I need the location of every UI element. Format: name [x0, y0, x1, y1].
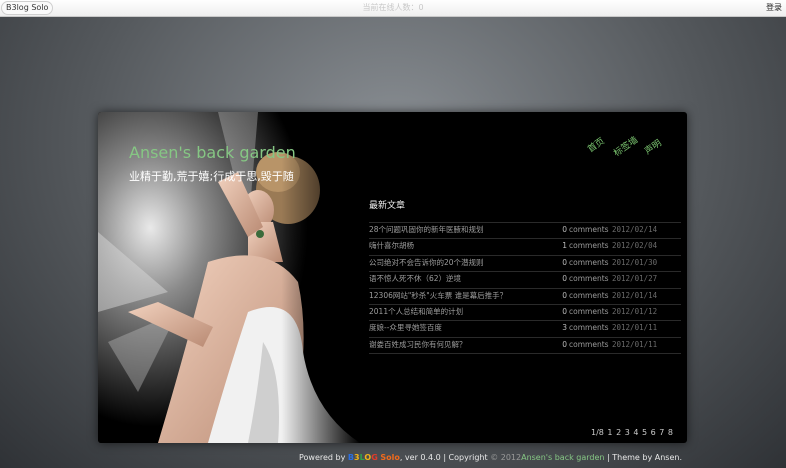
site-subtitle: 业精于勤,荒于嬉;行成于思,毁于随 — [129, 170, 294, 183]
article-date: 2012/01/11 — [612, 323, 658, 333]
article-title-link[interactable]: 语不惊人死不休（62）逆境 — [369, 272, 461, 286]
page-link-7[interactable]: 7 — [659, 428, 664, 437]
comment-count: 0 — [562, 274, 567, 284]
page-link-4[interactable]: 4 — [633, 428, 638, 437]
page-link-8[interactable]: 8 — [668, 428, 673, 437]
blog-panel: Ansen's back garden 业精于勤,荒于嬉;行成于思,毁于随 首页… — [98, 112, 687, 443]
article-date: 2012/02/04 — [612, 241, 658, 251]
article-date: 2012/01/11 — [612, 339, 658, 349]
article-date: 2012/01/27 — [612, 274, 658, 284]
nav-tags[interactable]: 标签墙 — [611, 133, 640, 159]
comments-label[interactable]: comments — [569, 289, 609, 303]
copyright-label: | Copyright — [443, 453, 488, 462]
comments-label[interactable]: comments — [569, 256, 609, 270]
comment-count: 3 — [562, 323, 567, 333]
article-title-link[interactable]: 嗨什喜尔胡杨 — [369, 239, 414, 253]
b3log-logo[interactable]: B3LOG — [348, 453, 378, 462]
online-count: 当前在线人数：0 — [362, 3, 424, 12]
recent-articles-heading: 最新文章 — [369, 201, 406, 211]
footer-site-link[interactable]: Ansen's back garden — [521, 453, 604, 462]
comments-label[interactable]: comments — [569, 338, 609, 352]
article-date: 2012/02/14 — [612, 225, 658, 234]
article-date: 2012/01/30 — [612, 257, 658, 267]
comments-label[interactable]: comments — [569, 239, 609, 253]
list-item: 谢娄百姓成习民你有何见解？ 0 comments 2012/01/11 — [369, 338, 681, 355]
page-link-6[interactable]: 6 — [651, 428, 656, 437]
list-item: 28个问题巩固你的新年医腋和规划 0 comments 2012/02/14 — [369, 222, 681, 240]
pagination: 1/8 1 2 3 4 5 6 7 8 — [590, 428, 673, 437]
page-link-2[interactable]: 2 — [616, 428, 621, 437]
page-link-3[interactable]: 3 — [625, 428, 630, 437]
comment-count: 0 — [562, 225, 567, 234]
nav-home[interactable]: 首页 — [585, 134, 606, 155]
theme-credit: | Theme by Ansen. — [607, 453, 682, 462]
comments-label[interactable]: comments — [569, 321, 609, 335]
list-item: 12306网站"秒杀"火车票 谁是幕后推手？ 0 comments 2012/0… — [369, 289, 681, 305]
copyright-year: © 2012 — [490, 453, 522, 462]
recent-articles-list: 28个问题巩固你的新年医腋和规划 0 comments 2012/02/14 嗨… — [369, 222, 681, 355]
article-title-link[interactable]: 12306网站"秒杀"火车票 谁是幕后推手？ — [369, 289, 507, 303]
comment-count: 0 — [562, 306, 567, 316]
list-item: 语不惊人死不休（62）逆境 0 comments 2012/01/27 — [369, 272, 681, 289]
list-item: 嗨什喜尔胡杨 1 comments 2012/02/04 — [369, 239, 681, 256]
comment-count: 0 — [562, 290, 567, 300]
comments-label[interactable]: comments — [569, 272, 609, 286]
login-link[interactable]: 登录 — [766, 2, 782, 14]
top-toolbar: B3log Solo 当前在线人数：0 登录 — [0, 0, 786, 17]
list-item: 公司绝对不会告诉你的20个潜规则 0 comments 2012/01/30 — [369, 256, 681, 273]
footer: Powered by B3LOG Solo, ver 0.4.0 | Copyr… — [299, 453, 682, 462]
article-title-link[interactable]: 2011个人总结和简单的计划 — [369, 305, 463, 319]
list-item: 度娘--众里寻她签百度 3 comments 2012/01/11 — [369, 321, 681, 338]
list-item: 2011个人总结和简单的计划 0 comments 2012/01/12 — [369, 305, 681, 322]
comment-count: 0 — [562, 339, 567, 349]
article-date: 2012/01/14 — [612, 290, 658, 300]
site-title[interactable]: Ansen's back garden — [129, 143, 296, 162]
article-title-link[interactable]: 28个问题巩固你的新年医腋和规划 — [369, 223, 484, 237]
powered-by-label: Powered by — [298, 453, 346, 462]
comments-label[interactable]: comments — [569, 223, 609, 237]
article-date: 2012/01/12 — [612, 306, 658, 316]
page-indicator: 1/8 — [591, 428, 604, 437]
article-title-link[interactable]: 度娘--众里寻她签百度 — [369, 321, 442, 335]
logo-letter: G — [371, 453, 378, 462]
version-text: , ver 0.4.0 — [399, 453, 441, 462]
nav-statement[interactable]: 声明 — [642, 136, 663, 157]
article-title-link[interactable]: 谢娄百姓成习民你有何见解？ — [369, 338, 467, 352]
page-link-1[interactable]: 1 — [607, 428, 612, 437]
comment-count: 1 — [562, 241, 567, 251]
article-title-link[interactable]: 公司绝对不会告诉你的20个潜规则 — [369, 256, 484, 270]
solo-link[interactable]: Solo — [380, 453, 400, 462]
comments-label[interactable]: comments — [569, 305, 609, 319]
page-link-5[interactable]: 5 — [642, 428, 647, 437]
comment-count: 0 — [562, 257, 567, 267]
